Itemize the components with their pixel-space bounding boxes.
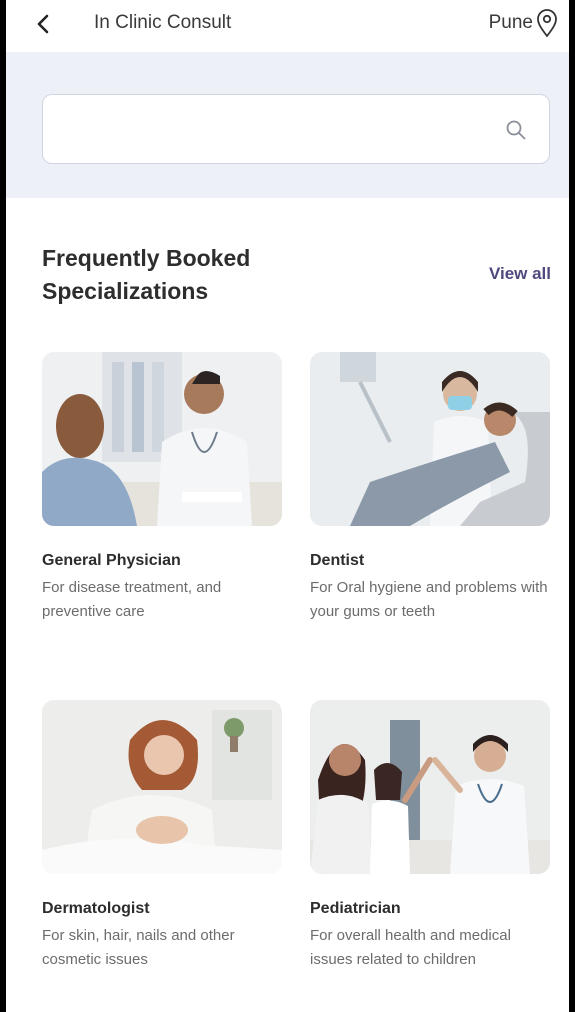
dermatologist-image: [42, 700, 282, 874]
specialization-description: For skin, hair, nails and other cosmetic…: [42, 927, 235, 968]
specialization-card-general-physician[interactable]: General Physician For disease treatment,…: [42, 352, 282, 624]
app-header: In Clinic Consult Pune: [6, 0, 569, 52]
specialization-description: For disease treatment, and preventive ca…: [42, 579, 222, 620]
search-icon[interactable]: [505, 119, 527, 141]
specialization-description: For Oral hygiene and problems with your …: [310, 579, 548, 620]
specialization-card-dentist[interactable]: Dentist For Oral hygiene and problems wi…: [310, 352, 550, 624]
specialization-name: Dermatologist: [42, 900, 150, 917]
general-physician-image: [42, 352, 282, 526]
screen: In Clinic Consult Pune Frequently Booked…: [6, 0, 569, 1012]
specialization-card-dermatologist[interactable]: Dermatologist For skin, hair, nails and …: [42, 700, 282, 972]
pediatrician-image: [310, 700, 550, 874]
section-title: Frequently Booked Specializations: [42, 245, 251, 304]
map-pin-icon[interactable]: [535, 8, 559, 38]
specialization-name: Pediatrician: [310, 900, 401, 917]
specialization-card-pediatrician[interactable]: Pediatrician For overall health and medi…: [310, 700, 550, 972]
dentist-image: [310, 352, 550, 526]
chevron-left-icon[interactable]: [32, 10, 56, 38]
page-title: In Clinic Consult: [94, 12, 232, 33]
search-input[interactable]: [57, 95, 501, 163]
specialization-description: For overall health and medical issues re…: [310, 927, 511, 968]
search-box[interactable]: [42, 94, 550, 164]
specialization-name: Dentist: [310, 552, 365, 569]
search-band: [6, 52, 569, 198]
specialization-name: General Physician: [42, 552, 181, 569]
city-selector[interactable]: Pune: [489, 12, 533, 34]
view-all-link[interactable]: View all: [489, 264, 551, 284]
